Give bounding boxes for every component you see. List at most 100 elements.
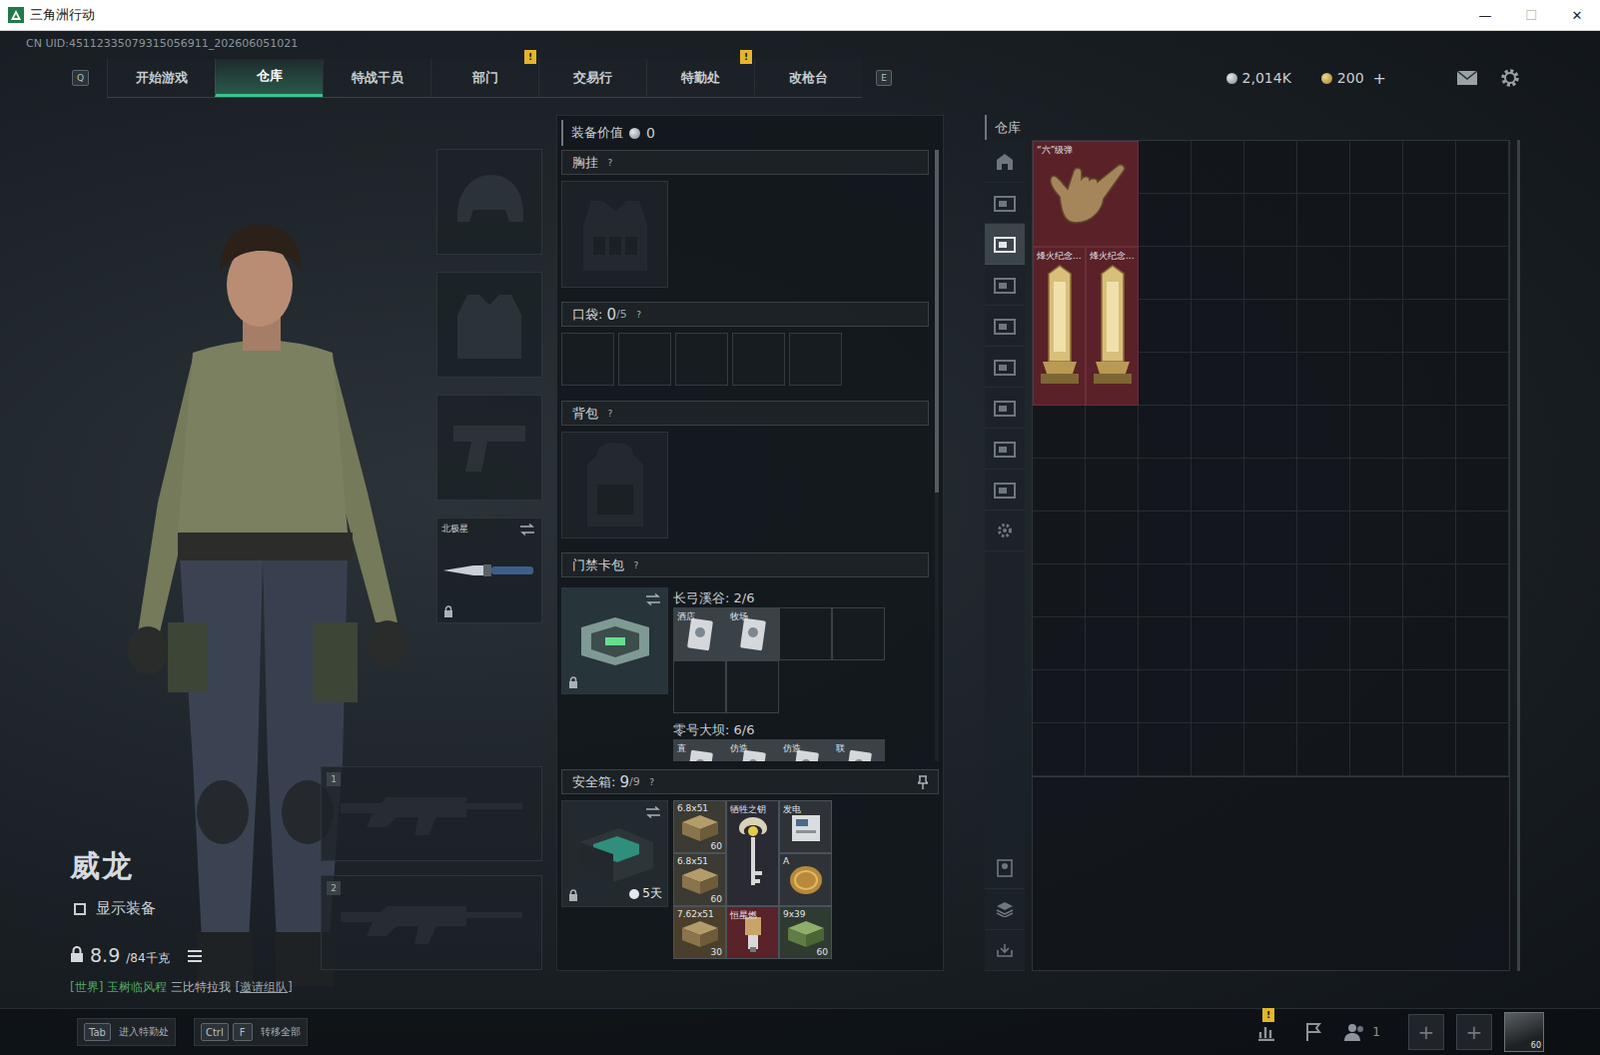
chest-rig-slot[interactable] [561, 180, 669, 288]
empty-cell[interactable] [1350, 458, 1404, 512]
empty-cell[interactable] [1244, 193, 1298, 247]
checkbox[interactable] [73, 902, 86, 915]
warehouse-item[interactable]: 烽火纪念... [1032, 246, 1086, 406]
swap-icon[interactable] [519, 523, 536, 536]
pistol-slot[interactable] [436, 394, 543, 501]
empty-cell[interactable] [1191, 193, 1245, 247]
empty-cell[interactable] [1403, 458, 1457, 512]
help-button[interactable]: ? [604, 407, 617, 420]
warehouse-tab[interactable] [984, 510, 1025, 552]
safe-box-item[interactable]: A [779, 852, 832, 906]
empty-cell[interactable] [1085, 670, 1139, 724]
empty-cell[interactable] [1403, 723, 1457, 777]
empty-cell[interactable] [1191, 564, 1245, 618]
empty-cell[interactable] [1297, 723, 1351, 777]
warehouse-tab[interactable] [984, 428, 1025, 470]
empty-cell[interactable] [1032, 723, 1086, 777]
empty-cell[interactable] [1244, 511, 1298, 565]
key-hint[interactable]: CtrlF 转移全部 [193, 1017, 308, 1046]
empty-cell[interactable] [1350, 617, 1404, 671]
keycard-cell[interactable] [779, 607, 832, 661]
empty-cell[interactable] [1350, 352, 1404, 406]
empty-cell[interactable] [1085, 617, 1139, 671]
empty-cell[interactable] [1032, 458, 1086, 512]
empty-cell[interactable] [1138, 723, 1192, 777]
chat-sender[interactable]: 玉树临风程 [106, 978, 167, 996]
scrollbar[interactable] [934, 149, 939, 762]
empty-cell[interactable] [1244, 670, 1298, 724]
warehouse-tab[interactable] [984, 305, 1025, 347]
keycard-cell[interactable]: 联 [831, 739, 885, 762]
safe-box-item[interactable]: 牺牲之钥 [726, 800, 780, 906]
list-icon[interactable] [187, 949, 202, 962]
empty-cell[interactable] [1456, 246, 1510, 300]
weapon-slot[interactable]: 1 [320, 766, 543, 861]
prev-tab-key[interactable]: Q [71, 69, 89, 86]
empty-cell[interactable] [1191, 352, 1245, 406]
stats-button[interactable]: ! [1248, 1013, 1285, 1050]
empty-cell[interactable] [1297, 193, 1351, 247]
empty-cell[interactable] [1456, 511, 1510, 565]
empty-cell[interactable] [1456, 617, 1510, 671]
safe-box-item[interactable]: 7.62x51 30 [673, 905, 727, 959]
empty-cell[interactable] [1297, 564, 1351, 618]
empty-cell[interactable] [1403, 564, 1457, 618]
nav-tab[interactable]: 交易行 [538, 58, 647, 97]
weapon-slot[interactable]: 2 [320, 874, 543, 970]
warehouse-tab[interactable] [984, 346, 1025, 388]
helmet-slot[interactable] [436, 148, 543, 255]
empty-cell[interactable] [1191, 617, 1245, 671]
empty-cell[interactable] [1138, 564, 1192, 618]
empty-cell[interactable] [1085, 723, 1139, 777]
safe-box-slot[interactable]: 5天 [561, 800, 669, 907]
swap-icon[interactable] [645, 805, 662, 818]
empty-cell[interactable] [1085, 405, 1139, 459]
warehouse-scrollbar[interactable] [1517, 139, 1521, 971]
keycard-cell[interactable] [726, 660, 780, 714]
empty-cell[interactable] [1350, 193, 1404, 247]
warehouse-tab[interactable] [984, 469, 1025, 511]
player-avatar[interactable]: 60 [1504, 1011, 1545, 1052]
nav-tab[interactable]: 开始游戏 [106, 58, 215, 97]
operator-button[interactable] [984, 847, 1025, 889]
next-tab-key[interactable]: E [875, 69, 892, 86]
empty-cell[interactable] [1297, 458, 1351, 512]
warehouse-tab[interactable] [984, 141, 1025, 183]
empty-cell[interactable] [1403, 670, 1457, 724]
empty-cell[interactable] [1456, 299, 1510, 353]
friends-button[interactable]: 1 [1344, 1013, 1381, 1050]
show-gear-toggle[interactable]: 显示装备 [73, 898, 321, 918]
empty-cell[interactable] [1297, 511, 1351, 565]
empty-cell[interactable] [1032, 405, 1086, 459]
empty-cell[interactable] [1350, 405, 1404, 459]
pocket-slot[interactable] [675, 332, 729, 386]
keycard-cell[interactable]: 牧场 [726, 607, 780, 661]
empty-cell[interactable] [1403, 140, 1457, 194]
empty-cell[interactable] [1244, 564, 1298, 618]
empty-cell[interactable] [1244, 458, 1298, 512]
empty-cell[interactable] [1456, 564, 1510, 618]
empty-cell[interactable] [1191, 405, 1245, 459]
help-button[interactable]: ? [633, 308, 646, 321]
empty-cell[interactable] [1032, 670, 1086, 724]
empty-cell[interactable] [1138, 670, 1192, 724]
empty-cell[interactable] [1191, 299, 1245, 353]
melee-slot[interactable]: 北极星 [436, 517, 543, 624]
empty-cell[interactable] [1244, 246, 1298, 300]
scrollbar-thumb[interactable] [934, 149, 939, 493]
empty-cell[interactable] [1191, 246, 1245, 300]
party-slot[interactable]: + [1456, 1013, 1493, 1050]
empty-cell[interactable] [1244, 299, 1298, 353]
empty-cell[interactable] [1403, 617, 1457, 671]
nav-tab[interactable]: 特战干员 [322, 58, 431, 97]
flag-button[interactable] [1296, 1013, 1333, 1050]
empty-cell[interactable] [1244, 617, 1298, 671]
pocket-slot[interactable] [561, 332, 615, 386]
empty-cell[interactable] [1350, 299, 1404, 353]
empty-cell[interactable] [1138, 352, 1192, 406]
swap-icon[interactable] [645, 593, 662, 606]
settings-gear-icon[interactable] [1500, 67, 1521, 88]
help-button[interactable]: ? [646, 776, 659, 789]
empty-cell[interactable] [1297, 299, 1351, 353]
empty-cell[interactable] [1138, 299, 1192, 353]
